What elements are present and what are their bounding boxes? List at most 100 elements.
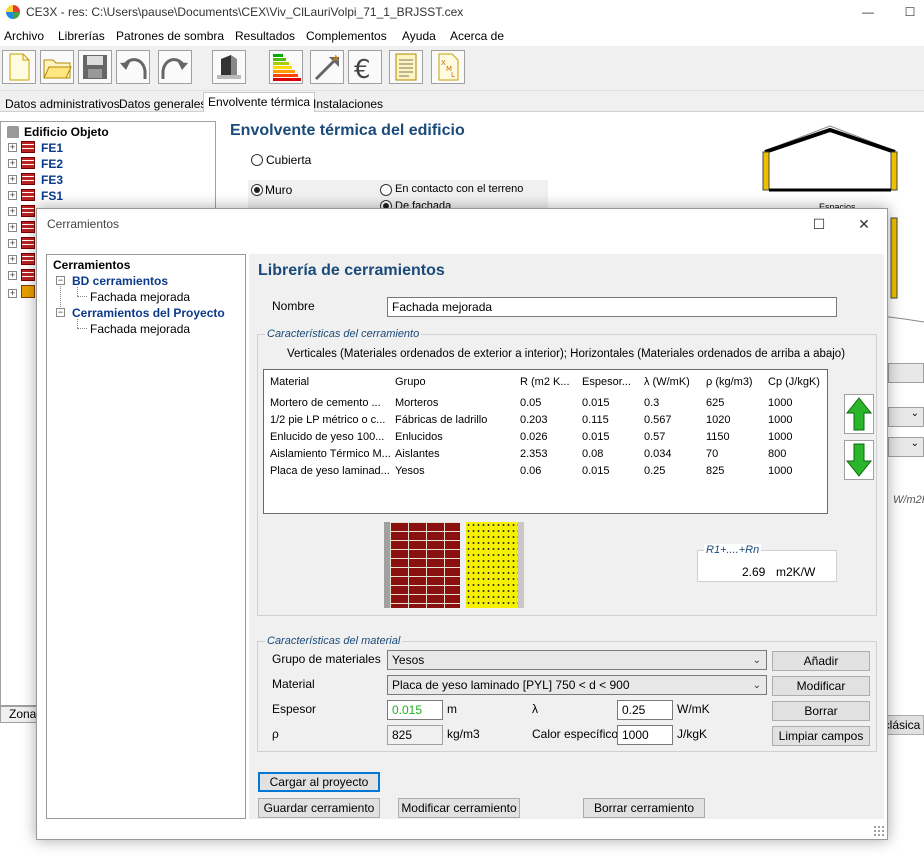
tab-zonas[interactable]: Zonas: [0, 706, 42, 723]
rho-label: ρ: [272, 727, 279, 741]
bg-dropdown[interactable]: ⌄: [888, 407, 924, 427]
arrow-up-icon: [845, 397, 873, 431]
tab-datos-administrativos[interactable]: Datos administrativos: [0, 94, 125, 113]
building-block-icon[interactable]: [212, 50, 246, 84]
lambda-label: λ: [532, 702, 538, 716]
expand-icon[interactable]: +: [8, 255, 17, 264]
tree-item-fe3[interactable]: FE3: [41, 173, 63, 187]
tab-envolvente-termica[interactable]: Envolvente térmica: [203, 92, 316, 113]
modificar-cerramiento-button[interactable]: Modificar cerramiento: [398, 798, 520, 818]
rho-field[interactable]: 825: [387, 725, 443, 745]
dialog-close-button[interactable]: ✕: [852, 213, 876, 235]
chevron-down-icon: ⌄: [752, 680, 761, 691]
menu-archivo[interactable]: Archivo: [4, 29, 44, 43]
energy-rating-icon[interactable]: [269, 50, 303, 84]
menu-resultados[interactable]: Resultados: [235, 29, 295, 43]
save-disk-icon[interactable]: [78, 50, 112, 84]
resize-grip-icon[interactable]: [873, 825, 885, 837]
wall-icon: [21, 189, 35, 201]
lambda-field[interactable]: 0.25: [617, 700, 673, 720]
undo-icon[interactable]: [116, 50, 150, 84]
expand-icon[interactable]: +: [8, 271, 17, 280]
nombre-label: Nombre: [272, 299, 315, 313]
cell-espesor: 0.08: [582, 448, 604, 460]
report-icon[interactable]: [389, 50, 423, 84]
borrar-cerramiento-button[interactable]: Borrar cerramiento: [583, 798, 705, 818]
espesor-field[interactable]: 0.015: [387, 700, 443, 720]
collapse-icon[interactable]: −: [56, 276, 65, 285]
move-down-button[interactable]: [844, 440, 874, 480]
grupo-select[interactable]: Yesos ⌄: [387, 650, 767, 670]
minimize-button[interactable]: —: [858, 2, 878, 22]
menu-patrones-sombra[interactable]: Patrones de sombra: [116, 29, 224, 43]
cell-material: Mortero de cemento ...: [270, 397, 381, 409]
tree-bd-fachada-mejorada[interactable]: Fachada mejorada: [90, 290, 190, 304]
expand-icon[interactable]: +: [8, 289, 17, 298]
orden-text: Verticales (Materiales ordenados de exte…: [287, 348, 846, 360]
radio-cubierta[interactable]: [251, 154, 263, 166]
table-row[interactable]: Enlucido de yeso 100... Enlucidos 0.026 …: [264, 429, 827, 446]
anadir-button[interactable]: Añadir: [772, 651, 870, 671]
col-header-espesor[interactable]: Espesor...: [582, 376, 637, 388]
col-header-grupo[interactable]: Grupo: [395, 376, 510, 388]
new-file-icon[interactable]: [2, 50, 36, 84]
nombre-field[interactable]: Fachada mejorada: [387, 297, 837, 317]
guardar-cerramiento-button[interactable]: Guardar cerramiento: [258, 798, 380, 818]
cell-lambda: 0.25: [644, 465, 666, 477]
expand-icon[interactable]: +: [8, 143, 17, 152]
espesor-unit: m: [447, 702, 457, 716]
collapse-icon[interactable]: −: [56, 308, 65, 317]
tree-item-fe2[interactable]: FE2: [41, 157, 63, 171]
table-row[interactable]: Placa de yeso laminad... Yesos 0.06 0.01…: [264, 463, 827, 480]
unit-hint: W/m2K: [893, 494, 924, 506]
improvement-arrow-icon[interactable]: A: [310, 50, 344, 84]
insulation-layer-preview: [466, 522, 524, 608]
calor-field[interactable]: 1000: [617, 725, 673, 745]
tree-line: [77, 287, 78, 296]
maximize-button[interactable]: ☐: [900, 2, 920, 22]
open-folder-icon[interactable]: [40, 50, 74, 84]
tree-cerramientos-proyecto[interactable]: Cerramientos del Proyecto: [72, 306, 225, 320]
limpiar-campos-button[interactable]: Limpiar campos: [772, 726, 870, 746]
tree-proyecto-fachada-mejorada[interactable]: Fachada mejorada: [90, 322, 190, 336]
expand-icon[interactable]: +: [8, 207, 17, 216]
dialog-maximize-button[interactable]: ☐: [807, 213, 831, 235]
move-up-button[interactable]: [844, 394, 874, 434]
material-select[interactable]: Placa de yeso laminado [PYL] 750 < d < 9…: [387, 675, 767, 695]
modificar-button[interactable]: Modificar: [772, 676, 870, 696]
bg-dropdown[interactable]: ⌄: [888, 437, 924, 457]
tree-item-fs1[interactable]: FS1: [41, 189, 63, 203]
tree-bd-cerramientos[interactable]: BD cerramientos: [72, 274, 168, 288]
col-header-r[interactable]: R (m2 K...: [520, 376, 575, 388]
col-header-rho[interactable]: ρ (kg/m3): [706, 376, 761, 388]
tree-item-fe1[interactable]: FE1: [41, 141, 63, 155]
redo-icon[interactable]: [158, 50, 192, 84]
tab-instalaciones[interactable]: Instalaciones: [308, 94, 388, 113]
euro-icon[interactable]: €: [348, 50, 382, 84]
xml-export-icon[interactable]: XML: [431, 50, 465, 84]
radio-muro[interactable]: [251, 184, 263, 196]
table-row[interactable]: Aislamiento Térmico M... Aislantes 2.353…: [264, 446, 827, 463]
expand-icon[interactable]: +: [8, 159, 17, 168]
expand-icon[interactable]: +: [8, 223, 17, 232]
col-header-lambda[interactable]: λ (W/mK): [644, 376, 699, 388]
menu-acerca-de[interactable]: Acerca de: [450, 29, 504, 43]
tab-datos-generales[interactable]: Datos generales: [114, 94, 211, 113]
borrar-button[interactable]: Borrar: [772, 701, 870, 721]
col-header-material[interactable]: Material: [270, 376, 385, 388]
menu-ayuda[interactable]: Ayuda: [402, 29, 436, 43]
window-title: CE3X - res: C:\Users\pause\Documents\CEX…: [26, 5, 464, 19]
brick-layer-preview: [384, 522, 460, 608]
expand-icon[interactable]: +: [8, 175, 17, 184]
tree-root-cerramientos[interactable]: Cerramientos: [53, 258, 130, 272]
menu-complementos[interactable]: Complementos: [306, 29, 387, 43]
tree-root[interactable]: Edificio Objeto: [24, 125, 109, 139]
expand-icon[interactable]: +: [8, 239, 17, 248]
col-header-cp[interactable]: Cp (J/kgK): [768, 376, 826, 388]
table-row[interactable]: 1/2 pie LP métrico o c... Fábricas de la…: [264, 412, 827, 429]
cargar-proyecto-button[interactable]: Cargar al proyecto: [258, 772, 380, 792]
menu-librerias[interactable]: Librerías: [58, 29, 105, 43]
expand-icon[interactable]: +: [8, 191, 17, 200]
table-row[interactable]: Mortero de cemento ... Morteros 0.05 0.0…: [264, 395, 827, 412]
radio-terreno[interactable]: [380, 184, 392, 196]
